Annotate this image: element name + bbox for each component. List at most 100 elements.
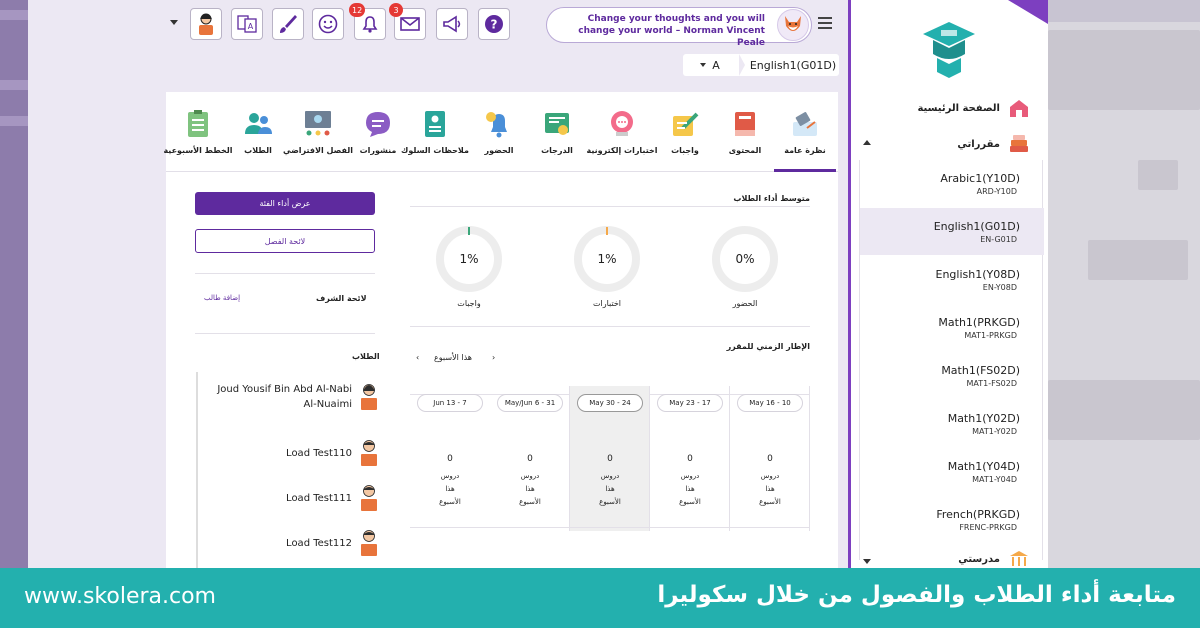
class-rules-button[interactable]: لائحة الفصل [195, 229, 375, 253]
course-item[interactable]: English1(Y08D) EN-Y08D [860, 256, 1044, 303]
tab-content[interactable]: المحتوى [716, 92, 774, 172]
main-app: A 12 3 ? Change your thoughts and you wi… [28, 0, 848, 568]
translate-button[interactable]: A [231, 8, 263, 40]
gauge-value: 0% [735, 252, 755, 266]
course-item[interactable]: Math1(Y02D) MAT1-Y02D [860, 400, 1044, 447]
student-avatar-icon [361, 485, 377, 511]
tab-weekly-plans[interactable]: الخطط الأسبوعية [163, 92, 233, 172]
chevron-down-icon[interactable] [863, 559, 871, 564]
course-name: English1(Y08D) [935, 268, 1021, 281]
course-code: MAT1-PRKGD [964, 331, 1017, 340]
list-item[interactable]: Load Test111 [286, 483, 380, 513]
course-name: English1(G01D) [933, 220, 1020, 233]
current-course: English1(G01D) [749, 58, 837, 72]
blur-row [0, 116, 28, 126]
week-text: الأسبوع [759, 498, 781, 506]
week-range: May 16 - 10 [737, 394, 803, 412]
week-column-current[interactable]: May 30 - 24 0 دروس هذا الأسبوع [570, 386, 650, 531]
student-avatar-icon [361, 440, 377, 466]
divider [195, 273, 375, 274]
tab-overview[interactable]: نظرة عامة [774, 92, 836, 172]
blur-row [0, 80, 28, 90]
weekly-plan-icon [188, 110, 208, 137]
tab-label: اختبارات إلكترونية [586, 146, 658, 155]
tab-label: واجبات [671, 146, 699, 155]
messages-button[interactable]: 3 [389, 3, 426, 40]
section-dropdown[interactable]: A [683, 54, 737, 76]
week-text: هذا [685, 485, 695, 493]
course-item[interactable]: Arabic1(Y10D) ARD-Y10D [860, 160, 1044, 207]
student-avatar-icon [361, 530, 377, 556]
week-text: هذا [445, 485, 455, 493]
notifications-button[interactable]: 12 [349, 3, 386, 40]
dropdown-caret-icon[interactable] [170, 20, 178, 25]
translate-icon: A [237, 15, 257, 33]
svg-text:?: ? [491, 18, 498, 32]
help-button[interactable]: ? [478, 8, 510, 40]
week-column[interactable]: May 16 - 10 0 دروس هذا الأسبوع [730, 386, 810, 531]
virtual-class-icon [305, 111, 331, 136]
divider [410, 326, 810, 327]
student-name: Load Test110 [286, 447, 352, 459]
week-column[interactable]: May 23 - 17 0 دروس هذا الأسبوع [650, 386, 730, 531]
week-text: دروس [520, 472, 540, 480]
help-icon: ? [485, 15, 503, 33]
sidebar-item-my-courses[interactable]: مقرراتي [957, 134, 1030, 154]
tab-virtual-class[interactable]: الفصل الافتراضي [282, 92, 354, 172]
attendance-bell-icon [486, 112, 507, 138]
announcements-button[interactable] [436, 8, 468, 40]
tab-behavior-notes[interactable]: ملاحظات السلوك [400, 92, 470, 172]
sidebar-corner [1008, 0, 1048, 24]
theme-button[interactable] [272, 8, 304, 40]
bell-icon [362, 16, 378, 33]
tab-posts[interactable]: منشورات [352, 92, 404, 172]
week-column[interactable]: Jun 13 - 7 0 دروس هذا الأسبوع [410, 386, 490, 531]
sidebar-item-my-school[interactable]: مدرستي [958, 550, 1030, 568]
tab-online-quizzes[interactable]: اختبارات إلكترونية [586, 92, 658, 172]
list-item[interactable]: Load Test110 [286, 438, 380, 468]
feedback-button[interactable] [312, 8, 344, 40]
tab-grades[interactable]: الدرجات [528, 92, 586, 172]
course-item[interactable]: Math1(Y04D) MAT1-Y04D [860, 448, 1044, 495]
prev-week-button[interactable]: ‹ [416, 353, 419, 362]
tab-homework[interactable]: واجبات [656, 92, 714, 172]
students-title: الطلاب [352, 352, 380, 361]
sidebar-item-label: مقرراتي [957, 138, 1000, 150]
tab-label: المحتوى [728, 146, 762, 155]
menu-toggle-icon[interactable] [818, 17, 832, 29]
profile-button[interactable] [190, 8, 222, 40]
banner-title: متابعة أداء الطلاب والفصول من خلال سكولي… [657, 582, 1176, 608]
list-item[interactable]: Joud Yousif Bin Abd Al-Nabi Al-Nuaimi [202, 382, 380, 412]
background-right-blur [1048, 0, 1200, 628]
view-class-performance-button[interactable]: عرض أداء الفئة [195, 192, 375, 215]
tab-label: الفصل الافتراضي [282, 146, 354, 155]
tab-students[interactable]: الطلاب [232, 92, 284, 172]
current-week-label[interactable]: هذا الأسبوع [434, 353, 472, 362]
blur-block [1048, 380, 1200, 440]
course-name: Math1(PRKGD) [938, 316, 1020, 329]
blur-block [1088, 240, 1188, 280]
next-week-button[interactable]: › [492, 353, 495, 362]
add-student-link[interactable]: إضافة طالب [204, 294, 240, 302]
sidebar-item-home[interactable]: الصفحة الرئيسية [917, 98, 1030, 118]
gauge-label: اختبارات [592, 299, 622, 308]
week-text: دروس [680, 472, 700, 480]
course-item[interactable]: French(PRKGD) FRENC-PRKGD [860, 496, 1044, 543]
tab-attendance[interactable]: الحضور [470, 92, 528, 172]
week-text: دروس [760, 472, 780, 480]
course-selector[interactable]: A English1(G01D) [683, 54, 839, 76]
student-name: Load Test112 [286, 537, 352, 549]
tab-label: الدرجات [541, 146, 573, 155]
tab-label: ملاحظات السلوك [401, 146, 469, 155]
week-column[interactable]: May/Jun 6 - 31 0 دروس هذا الأسبوع [490, 386, 570, 531]
list-item[interactable]: Load Test112 [286, 528, 380, 558]
course-item-active[interactable]: English1(G01D) EN-G01D [860, 208, 1044, 255]
course-name: Math1(Y04D) [947, 460, 1020, 473]
lessons-count: 0 [607, 454, 613, 464]
course-item[interactable]: Math1(PRKGD) MAT1-PRKGD [860, 304, 1044, 351]
course-code: EN-Y08D [982, 283, 1017, 292]
fox-avatar-icon[interactable] [777, 9, 809, 41]
chevron-up-icon[interactable] [863, 140, 871, 145]
week-text: الأسبوع [599, 498, 621, 506]
course-item[interactable]: Math1(FS02D) MAT1-FS02D [860, 352, 1044, 399]
